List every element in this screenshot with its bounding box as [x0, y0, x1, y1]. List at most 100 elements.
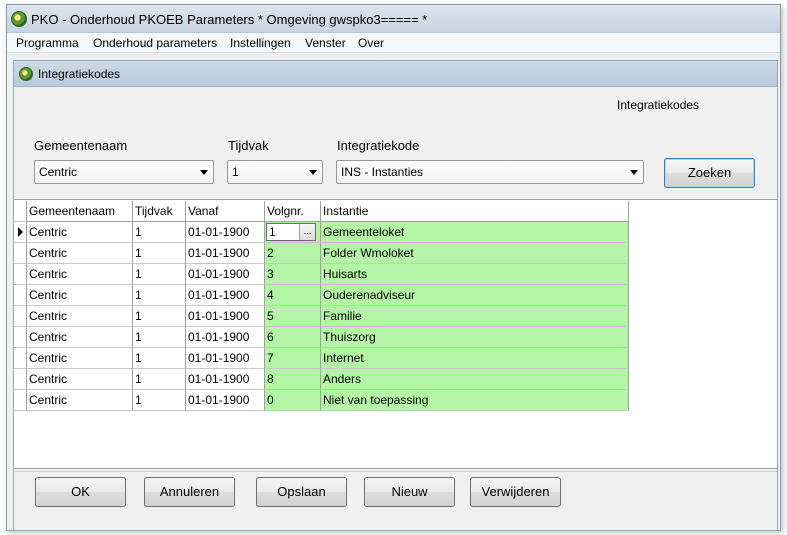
cell-instantie[interactable]: Thuiszorg — [321, 327, 629, 348]
volgnr-edit-field[interactable]: 1... — [266, 223, 316, 241]
column-header-instantie[interactable]: Instantie — [321, 201, 629, 222]
cell-volgnr[interactable]: 7 — [265, 348, 321, 369]
zoeken-button[interactable]: Zoeken — [664, 158, 755, 188]
cell-gemeentenaam[interactable]: Centric — [27, 327, 133, 348]
cell-instantie[interactable]: Anders — [321, 369, 629, 390]
column-header-tijdvak[interactable]: Tijdvak — [133, 201, 186, 222]
section-heading: Integratiekodes — [617, 98, 700, 112]
cell-tijdvak[interactable]: 1 — [133, 369, 186, 390]
row-selector[interactable] — [14, 348, 27, 369]
row-selector[interactable] — [14, 390, 27, 411]
integratiekode-label: Integratiekode — [337, 138, 420, 153]
table-row[interactable]: Centric 1 01-01-1900 0 Niet van toepassing — [27, 390, 641, 411]
footer-divider — [14, 471, 777, 472]
opslaan-button[interactable]: Opslaan — [256, 477, 347, 507]
cell-volgnr[interactable]: 6 — [265, 327, 321, 348]
cell-gemeentenaam[interactable]: Centric — [27, 348, 133, 369]
ok-button[interactable]: OK — [35, 477, 126, 507]
cell-vanaf[interactable]: 01-01-1900 — [186, 285, 265, 306]
nieuw-button[interactable]: Nieuw — [364, 477, 455, 507]
table-row[interactable]: Centric 1 01-01-1900 8 Anders — [27, 369, 641, 390]
cell-gemeentenaam[interactable]: Centric — [27, 285, 133, 306]
cell-instantie[interactable]: Huisarts — [321, 264, 629, 285]
application-window: PKO - Onderhoud PKOEB Parameters * Omgev… — [6, 4, 781, 531]
cell-gemeentenaam[interactable]: Centric — [27, 243, 133, 264]
cell-volgnr[interactable]: 3 — [265, 264, 321, 285]
cell-gemeentenaam[interactable]: Centric — [27, 306, 133, 327]
integratiekode-dropdown[interactable]: INS - Instanties — [336, 160, 644, 184]
cell-volgnr[interactable]: 0 — [265, 390, 321, 411]
child-title-bar[interactable]: Integratiekodes — [14, 61, 777, 87]
verwijderen-button[interactable]: Verwijderen — [470, 477, 561, 507]
cell-instantie[interactable]: Internet — [321, 348, 629, 369]
row-selector[interactable] — [14, 306, 27, 327]
cell-tijdvak[interactable]: 1 — [133, 285, 186, 306]
tijdvak-dropdown[interactable]: 1 — [227, 160, 323, 184]
current-row-arrow-icon — [18, 227, 23, 237]
integratiekodes-window: Integratiekodes Integratiekodes Gemeente… — [13, 60, 778, 531]
table-row[interactable]: Centric 1 01-01-1900 5 Familie — [27, 306, 641, 327]
cell-gemeentenaam[interactable]: Centric — [27, 390, 133, 411]
menu-instellingen[interactable]: Instellingen — [229, 36, 292, 50]
menu-venster[interactable]: Venster — [304, 36, 347, 50]
cell-vanaf[interactable]: 01-01-1900 — [186, 222, 265, 243]
cell-volgnr[interactable]: 2 — [265, 243, 321, 264]
cell-vanaf[interactable]: 01-01-1900 — [186, 264, 265, 285]
cell-tijdvak[interactable]: 1 — [133, 348, 186, 369]
cell-gemeentenaam[interactable]: Centric — [27, 264, 133, 285]
column-header-gemeentenaam[interactable]: Gemeentenaam — [27, 201, 133, 222]
table-row[interactable]: Centric 1 01-01-1900 1... Gemeenteloket — [27, 222, 641, 243]
cell-tijdvak[interactable]: 1 — [133, 306, 186, 327]
menu-bar: Programma Onderhoud parameters Instellin… — [7, 33, 780, 53]
table-row[interactable]: Centric 1 01-01-1900 4 Ouderenadviseur — [27, 285, 641, 306]
row-selector[interactable] — [14, 243, 27, 264]
cell-volgnr[interactable]: 1... — [265, 222, 321, 243]
cell-instantie[interactable]: Folder Wmoloket — [321, 243, 629, 264]
cell-instantie[interactable]: Niet van toepassing — [321, 390, 629, 411]
cell-volgnr[interactable]: 8 — [265, 369, 321, 390]
cell-vanaf[interactable]: 01-01-1900 — [186, 390, 265, 411]
cell-vanaf[interactable]: 01-01-1900 — [186, 348, 265, 369]
cell-vanaf[interactable]: 01-01-1900 — [186, 243, 265, 264]
gemeentenaam-dropdown[interactable]: Centric — [34, 160, 214, 184]
row-selector[interactable] — [14, 327, 27, 348]
cell-tijdvak[interactable]: 1 — [133, 327, 186, 348]
table-row[interactable]: Centric 1 01-01-1900 2 Folder Wmoloket — [27, 243, 641, 264]
chevron-down-icon — [630, 170, 638, 175]
cell-tijdvak[interactable]: 1 — [133, 390, 186, 411]
row-selector[interactable] — [14, 264, 27, 285]
cell-volgnr[interactable]: 4 — [265, 285, 321, 306]
column-header-vanaf[interactable]: Vanaf — [186, 201, 265, 222]
annuleren-button[interactable]: Annuleren — [144, 477, 235, 507]
row-selector[interactable] — [14, 222, 27, 243]
menu-onderhoud-parameters[interactable]: Onderhoud parameters — [92, 36, 218, 50]
table-row[interactable]: Centric 1 01-01-1900 3 Huisarts — [27, 264, 641, 285]
menu-over[interactable]: Over — [357, 36, 385, 50]
volgnr-edit-value: 1 — [269, 225, 276, 239]
cell-tijdvak[interactable]: 1 — [133, 243, 186, 264]
cell-vanaf[interactable]: 01-01-1900 — [186, 306, 265, 327]
chevron-down-icon — [309, 170, 317, 175]
row-selector[interactable] — [14, 285, 27, 306]
gemeentenaam-value: Centric — [39, 165, 78, 179]
table-row[interactable]: Centric 1 01-01-1900 6 Thuiszorg — [27, 327, 641, 348]
cell-gemeentenaam[interactable]: Centric — [27, 369, 133, 390]
cell-gemeentenaam[interactable]: Centric — [27, 222, 133, 243]
cell-instantie[interactable]: Gemeenteloket — [321, 222, 629, 243]
column-header-volgnr[interactable]: Volgnr. — [265, 201, 321, 222]
integratiekode-value: INS - Instanties — [341, 165, 424, 179]
tijdvak-value: 1 — [232, 165, 239, 179]
cell-vanaf[interactable]: 01-01-1900 — [186, 369, 265, 390]
cell-tijdvak[interactable]: 1 — [133, 222, 186, 243]
cell-instantie[interactable]: Ouderenadviseur — [321, 285, 629, 306]
ellipsis-button[interactable]: ... — [299, 224, 315, 240]
cell-vanaf[interactable]: 01-01-1900 — [186, 327, 265, 348]
title-bar[interactable]: PKO - Onderhoud PKOEB Parameters * Omgev… — [7, 5, 780, 33]
menu-programma[interactable]: Programma — [15, 36, 80, 50]
cell-volgnr[interactable]: 5 — [265, 306, 321, 327]
table-row[interactable]: Centric 1 01-01-1900 7 Internet — [27, 348, 641, 369]
row-selector[interactable] — [14, 369, 27, 390]
app-logo-icon — [11, 11, 27, 27]
cell-tijdvak[interactable]: 1 — [133, 264, 186, 285]
cell-instantie[interactable]: Familie — [321, 306, 629, 327]
